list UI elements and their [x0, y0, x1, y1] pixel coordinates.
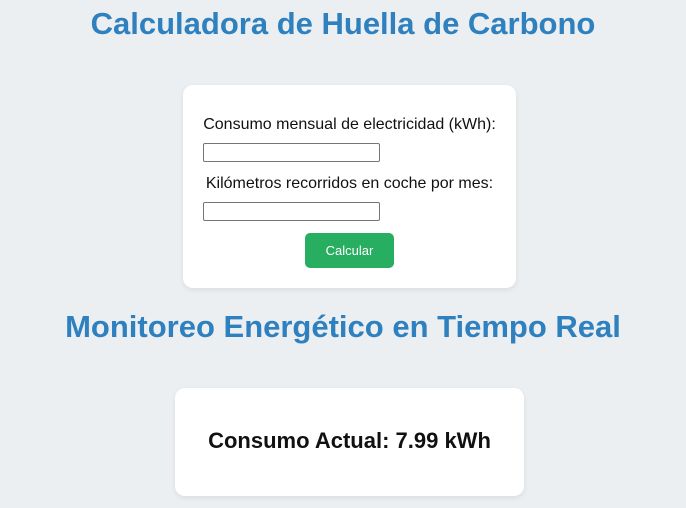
electricity-input[interactable] [203, 143, 380, 162]
electricity-label: Consumo mensual de electricidad (kWh): [203, 116, 496, 133]
calculate-button[interactable]: Calcular [305, 233, 394, 268]
energy-monitor-card: Consumo Actual: 7.99 kWh [175, 388, 524, 496]
km-input[interactable] [203, 202, 380, 221]
energy-monitor-title: Monitoreo Energético en Tiempo Real [65, 309, 621, 344]
current-consumption: Consumo Actual: 7.99 kWh [208, 428, 491, 453]
carbon-calculator-title: Calculadora de Huella de Carbono [90, 6, 596, 41]
page: Calculadora de Huella de Carbono Consumo… [0, 0, 686, 508]
km-label: Kilómetros recorridos en coche por mes: [205, 175, 494, 192]
carbon-calculator-card: Consumo mensual de electricidad (kWh): K… [183, 85, 516, 288]
